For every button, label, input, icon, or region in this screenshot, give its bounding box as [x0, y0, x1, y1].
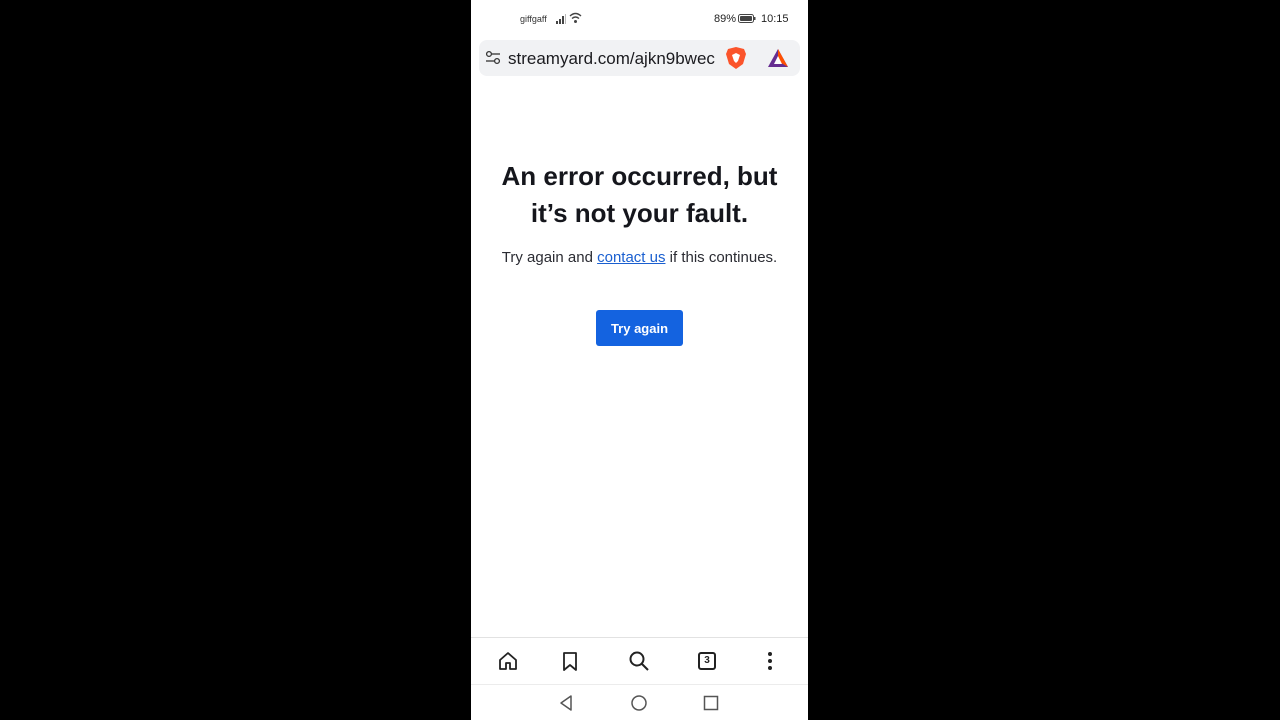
battery-icon	[738, 14, 756, 23]
status-bar: giffgaff 89% 10:15	[471, 0, 808, 38]
error-title-line2: it’s not your fault.	[530, 198, 749, 228]
home-icon[interactable]	[497, 650, 519, 672]
home-nav-icon[interactable]	[630, 694, 648, 712]
more-menu-icon[interactable]	[759, 650, 781, 672]
error-message: Try again and contact us if this continu…	[495, 246, 784, 270]
error-message-text: Try again and	[501, 249, 598, 266]
site-settings-icon[interactable]	[485, 50, 501, 66]
battery-percent: 89%	[714, 13, 737, 25]
clock: 10:15	[761, 13, 789, 25]
url-text[interactable]: streamyard.com/ajkn9bwec	[508, 49, 717, 69]
contact-us-link[interactable]: contact us	[597, 249, 665, 266]
carrier-label: giffgaff	[520, 14, 547, 24]
phone-screen: giffgaff 89% 10:15 streamyard.com/ajkn9b…	[471, 0, 808, 720]
search-icon[interactable]	[628, 650, 650, 672]
error-message-text-end: if this continues.	[665, 249, 778, 266]
error-title: An error occurred, but it’s not your fau…	[485, 158, 794, 232]
address-bar[interactable]: streamyard.com/ajkn9bwec	[479, 40, 800, 76]
bookmark-icon[interactable]	[559, 650, 581, 672]
browser-toolbar: 3	[471, 637, 808, 684]
brave-shields-icon[interactable]	[725, 46, 747, 70]
try-again-button[interactable]: Try again	[596, 310, 683, 346]
signal-icon	[556, 14, 566, 24]
tabs-count-button[interactable]: 3	[698, 652, 716, 670]
recents-icon[interactable]	[702, 694, 720, 712]
error-title-line1: An error occurred, but	[501, 161, 778, 191]
wifi-icon	[569, 12, 582, 23]
system-nav-bar	[471, 684, 808, 720]
brave-rewards-icon[interactable]	[767, 48, 789, 68]
back-icon[interactable]	[558, 694, 576, 712]
